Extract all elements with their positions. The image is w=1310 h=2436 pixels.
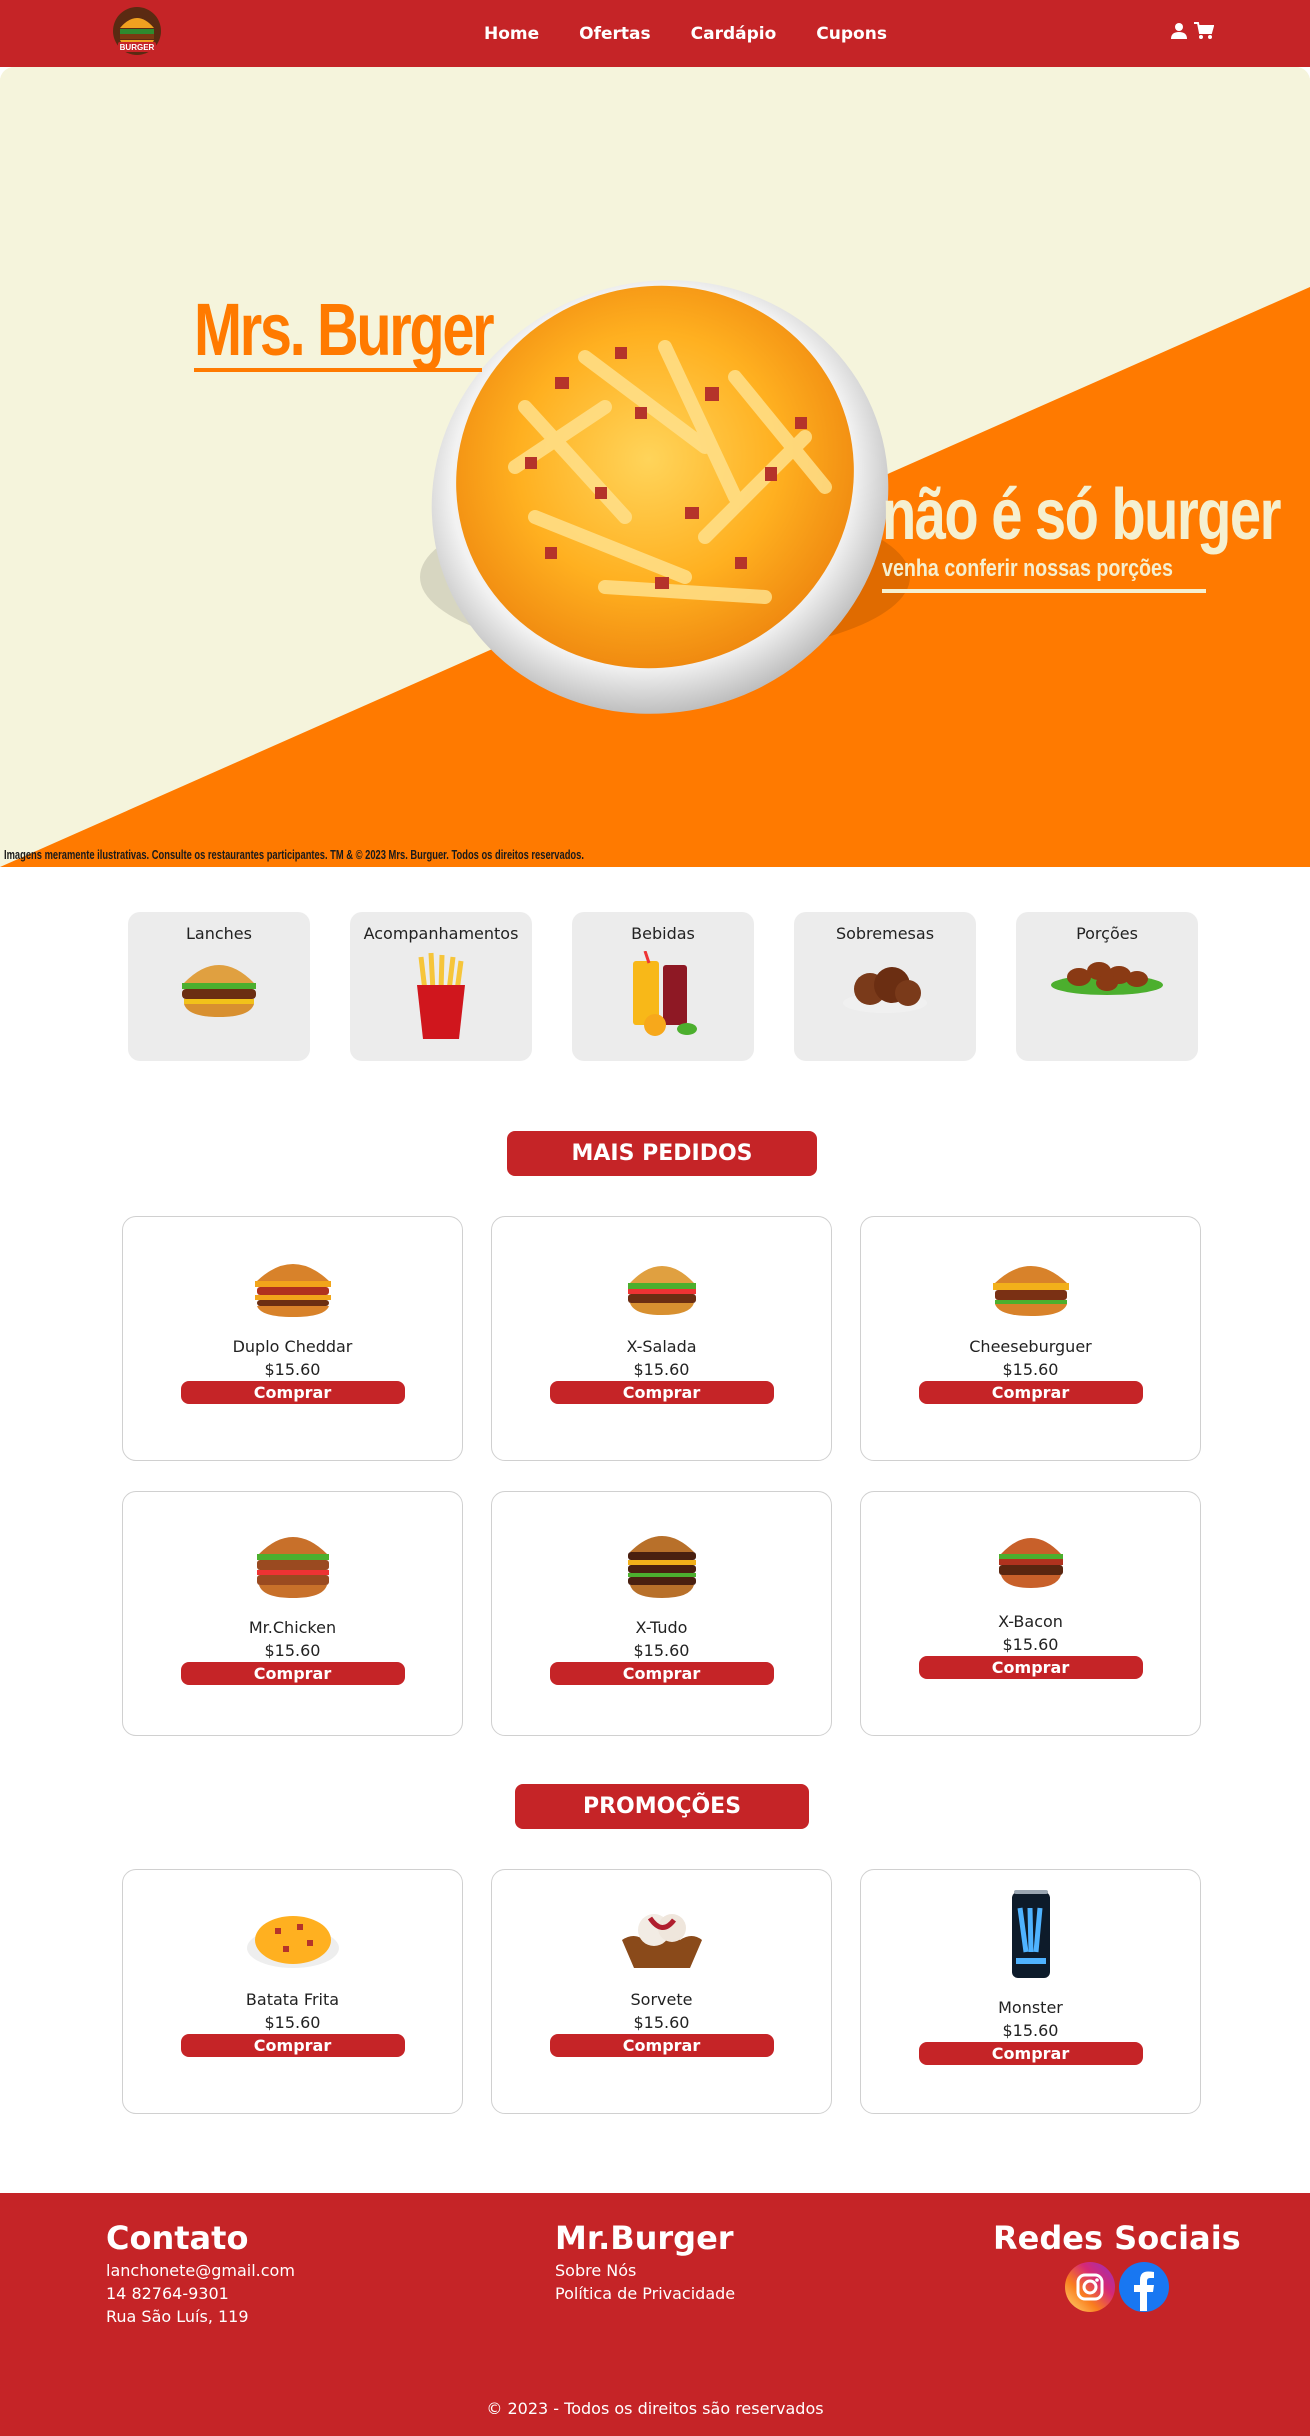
- comprar-button[interactable]: Comprar: [549, 1662, 774, 1685]
- product-price: $15.60: [633, 1360, 690, 1379]
- product-price: $15.60: [633, 2013, 690, 2032]
- footer-email[interactable]: lanchonete@gmail.com: [106, 2261, 295, 2280]
- comprar-button[interactable]: Comprar: [180, 1662, 405, 1685]
- category-sobremesas[interactable]: Sobremesas: [794, 912, 976, 1061]
- category-lanches[interactable]: Lanches: [128, 912, 310, 1061]
- comprar-button[interactable]: Comprar: [918, 1381, 1143, 1404]
- sorvete-image: [492, 1906, 831, 1976]
- hero-disclaimer: Imagens meramente ilustrativas. Consulte…: [4, 847, 584, 862]
- category-acompanhamentos[interactable]: Acompanhamentos: [350, 912, 532, 1061]
- x-salada-burger-image: [492, 1253, 831, 1323]
- product-card: Mr.Chicken $15.60 Comprar: [122, 1491, 463, 1736]
- category-bebidas[interactable]: Bebidas: [572, 912, 754, 1061]
- product-price: $15.60: [1002, 1635, 1059, 1654]
- product-card: X-Tudo $15.60 Comprar: [491, 1491, 832, 1736]
- portions-icon: [1016, 951, 1198, 1015]
- category-list: Lanches Acompanhamentos Bebidas Sobremes…: [128, 912, 1198, 1061]
- product-card: Monster $15.60 Comprar: [860, 1869, 1201, 2114]
- footer-social: Redes Sociais: [993, 2219, 1241, 2317]
- footer-contato: Contato lanchonete@gmail.com 14 82764-93…: [106, 2219, 295, 2326]
- promocoes-grid: Batata Frita $15.60 Comprar Sorvete $15.…: [122, 1869, 1201, 2114]
- dessert-icon: [794, 951, 976, 1025]
- product-name: Sorvete: [630, 1990, 693, 2009]
- batata-frita-image: [123, 1906, 462, 1976]
- category-label: Acompanhamentos: [363, 924, 519, 943]
- footer-contato-title: Contato: [106, 2219, 249, 2257]
- comprar-button[interactable]: Comprar: [180, 2034, 405, 2057]
- comprar-button[interactable]: Comprar: [180, 1381, 405, 1404]
- footer: Contato lanchonete@gmail.com 14 82764-93…: [0, 2193, 1310, 2436]
- hero-title-underline: [194, 368, 482, 372]
- footer-privacy-link[interactable]: Política de Privacidade: [555, 2284, 735, 2303]
- fries-icon: [350, 951, 532, 1045]
- product-price: $15.60: [1002, 2021, 1059, 2040]
- comprar-button[interactable]: Comprar: [918, 1656, 1143, 1679]
- hero-subtitle: venha conferir nossas porções: [882, 555, 1173, 582]
- product-name: Mr.Chicken: [248, 1618, 337, 1637]
- hero-subtitle-underline: [882, 589, 1206, 593]
- cart-icon[interactable]: [1194, 22, 1215, 40]
- product-name: Batata Frita: [245, 1990, 340, 2009]
- product-name: Cheeseburguer: [969, 1337, 1092, 1356]
- mais-pedidos-grid: Duplo Cheddar $15.60 Comprar X-Salada $1…: [122, 1216, 1201, 1736]
- product-card: Duplo Cheddar $15.60 Comprar: [122, 1216, 463, 1461]
- product-card: Batata Frita $15.60 Comprar: [122, 1869, 463, 2114]
- svg-text:BURGER: BURGER: [120, 43, 155, 52]
- comprar-button[interactable]: Comprar: [549, 1381, 774, 1404]
- facebook-icon[interactable]: [1118, 2261, 1170, 2317]
- category-porcoes[interactable]: Porções: [1016, 912, 1198, 1061]
- product-price: $15.60: [264, 1360, 321, 1379]
- nav-icons: [1170, 22, 1215, 40]
- comprar-button[interactable]: Comprar: [918, 2042, 1143, 2065]
- hero-banner: Mrs. Burger não é só burger venha confer…: [0, 67, 1310, 867]
- cheeseburguer-image: [861, 1253, 1200, 1323]
- mr-chicken-burger-image: [123, 1528, 462, 1604]
- footer-phone: 14 82764-9301: [106, 2284, 229, 2303]
- product-card: Sorvete $15.60 Comprar: [491, 1869, 832, 2114]
- burger-logo-icon[interactable]: BURGER: [110, 4, 164, 58]
- hero-tagline: não é só burger: [882, 475, 1281, 555]
- category-label: Sobremesas: [835, 924, 935, 943]
- product-card: X-Bacon $15.60 Comprar: [860, 1491, 1201, 1736]
- nav-cupons-link[interactable]: Cupons: [816, 24, 887, 44]
- nav-links: Home Ofertas Cardápio Cupons: [484, 0, 887, 67]
- nav-home-link[interactable]: Home: [484, 24, 539, 44]
- mais-pedidos-title: MAIS PEDIDOS: [507, 1131, 817, 1176]
- footer-brand: Mr.Burger Sobre Nós Política de Privacid…: [555, 2219, 735, 2303]
- footer-copyright: © 2023 - Todos os direitos são reservado…: [486, 2399, 824, 2418]
- top-navbar: BURGER Home Ofertas Cardápio Cupons: [0, 0, 1310, 67]
- footer-about-link[interactable]: Sobre Nós: [555, 2261, 735, 2280]
- x-bacon-burger-image: [861, 1528, 1200, 1598]
- product-name: Monster: [998, 1998, 1063, 2017]
- promocoes-title: PROMOÇÕES: [515, 1784, 809, 1829]
- product-price: $15.60: [264, 1641, 321, 1660]
- x-tudo-burger-image: [492, 1528, 831, 1604]
- footer-brand-title: Mr.Burger: [555, 2219, 734, 2257]
- product-name: X-Tudo: [635, 1618, 688, 1637]
- category-label: Porções: [1076, 924, 1138, 943]
- nav-cardapio-link[interactable]: Cardápio: [691, 24, 777, 44]
- product-card: X-Salada $15.60 Comprar: [491, 1216, 832, 1461]
- hero-title: Mrs. Burger: [194, 288, 495, 371]
- drinks-icon: [572, 950, 754, 1041]
- duplo-cheddar-burger-image: [123, 1253, 462, 1323]
- product-price: $15.60: [633, 1641, 690, 1660]
- product-price: $15.60: [1002, 1360, 1059, 1379]
- monster-can-image: [861, 1888, 1200, 1984]
- burger-icon: [128, 951, 310, 1025]
- footer-address: Rua São Luís, 119: [106, 2307, 249, 2326]
- social-icons: [993, 2261, 1241, 2317]
- nav-ofertas-link[interactable]: Ofertas: [579, 24, 650, 44]
- category-label: Lanches: [186, 924, 252, 943]
- product-name: X-Salada: [626, 1337, 697, 1356]
- product-card: Cheeseburguer $15.60 Comprar: [860, 1216, 1201, 1461]
- category-label: Bebidas: [631, 924, 695, 943]
- product-name: X-Bacon: [998, 1612, 1063, 1631]
- instagram-icon[interactable]: [1064, 2261, 1116, 2317]
- product-price: $15.60: [264, 2013, 321, 2032]
- footer-social-title: Redes Sociais: [993, 2219, 1241, 2257]
- comprar-button[interactable]: Comprar: [549, 2034, 774, 2057]
- product-name: Duplo Cheddar: [232, 1337, 353, 1356]
- user-icon[interactable]: [1170, 22, 1188, 40]
